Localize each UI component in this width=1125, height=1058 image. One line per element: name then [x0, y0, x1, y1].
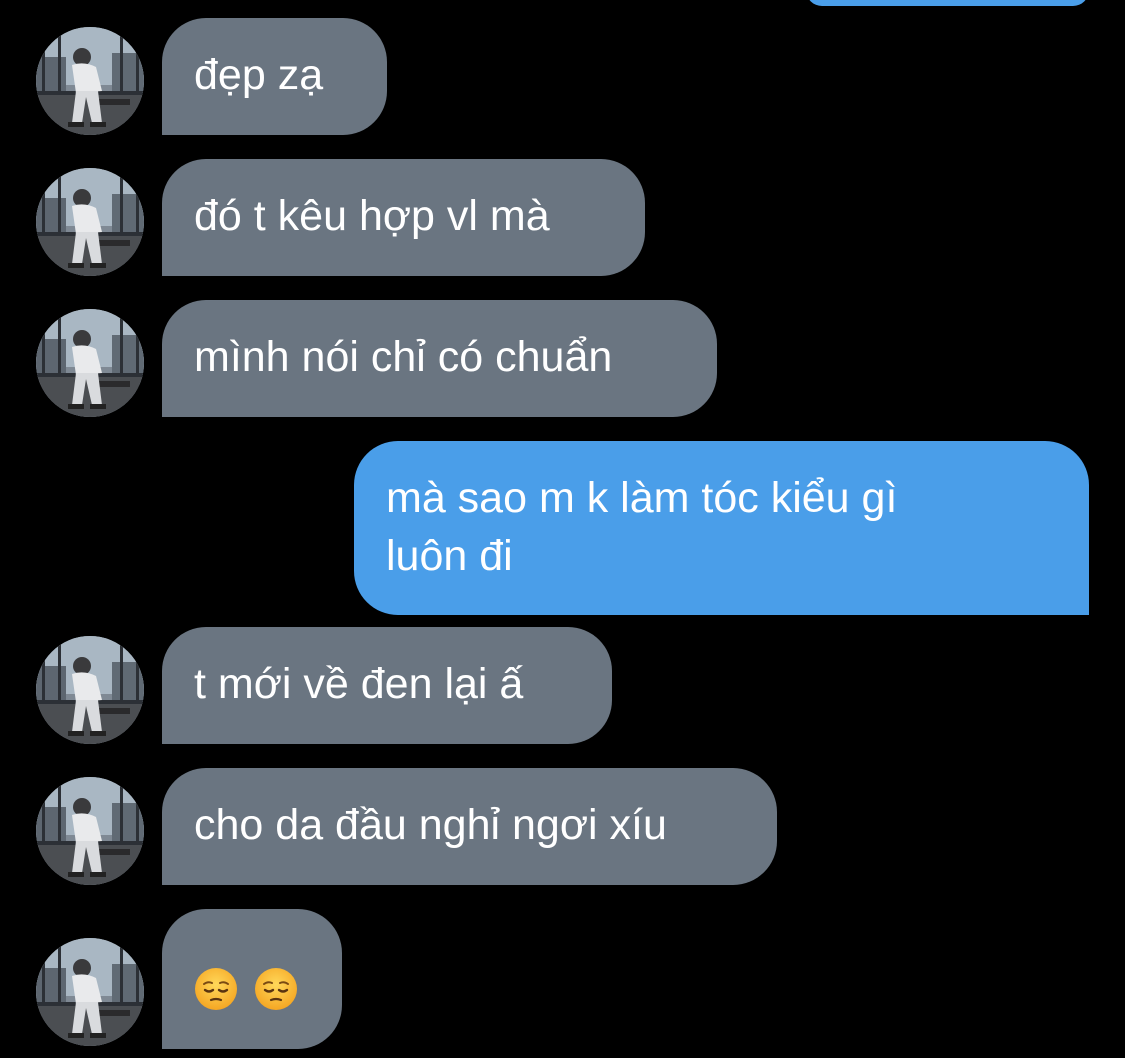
message-text: t mới về đen lại ấ: [194, 660, 524, 708]
message-text-line: luôn đi: [386, 532, 513, 580]
message-text-line: mà sao m k làm tóc kiểu gì: [386, 474, 898, 522]
incoming-message-bubble[interactable]: mình nói chỉ có chuẩn: [162, 300, 717, 417]
message-text: đẹp zạ: [194, 51, 324, 99]
contact-avatar[interactable]: [36, 777, 144, 885]
contact-avatar[interactable]: [36, 168, 144, 276]
contact-avatar[interactable]: [36, 938, 144, 1046]
outgoing-message-bubble-partial[interactable]: [806, 0, 1089, 6]
incoming-message-bubble[interactable]: cho da đầu nghỉ ngơi xíu: [162, 768, 777, 885]
contact-avatar[interactable]: [36, 27, 144, 135]
outgoing-message-bubble[interactable]: mà sao m k làm tóc kiểu gì luôn đi: [354, 441, 1089, 615]
pensive-face-emoji: [194, 967, 238, 1011]
pensive-face-emoji: [254, 967, 298, 1011]
message-text: đó t kêu hợp vl mà: [194, 192, 550, 240]
incoming-message-bubble[interactable]: đó t kêu hợp vl mà: [162, 159, 645, 276]
contact-avatar[interactable]: [36, 636, 144, 744]
message-text: mình nói chỉ có chuẩn: [194, 333, 613, 381]
message-text: cho da đầu nghỉ ngơi xíu: [194, 801, 667, 849]
incoming-message-bubble[interactable]: đẹp zạ: [162, 18, 387, 135]
incoming-message-bubble[interactable]: [162, 909, 342, 1049]
contact-avatar[interactable]: [36, 309, 144, 417]
incoming-message-bubble[interactable]: t mới về đen lại ấ: [162, 627, 612, 744]
